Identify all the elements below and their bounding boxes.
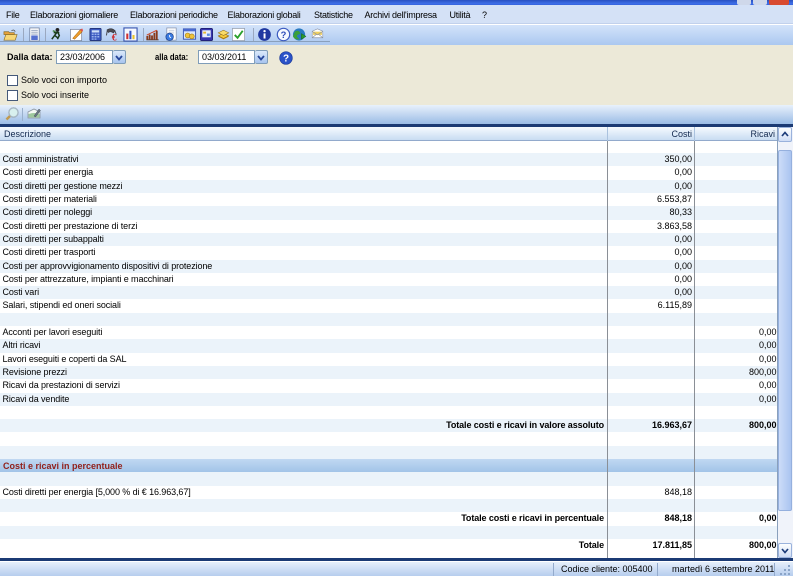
svg-text:?: ? <box>283 54 289 65</box>
svg-text:€: € <box>112 34 117 42</box>
svg-text:?: ? <box>281 30 287 40</box>
